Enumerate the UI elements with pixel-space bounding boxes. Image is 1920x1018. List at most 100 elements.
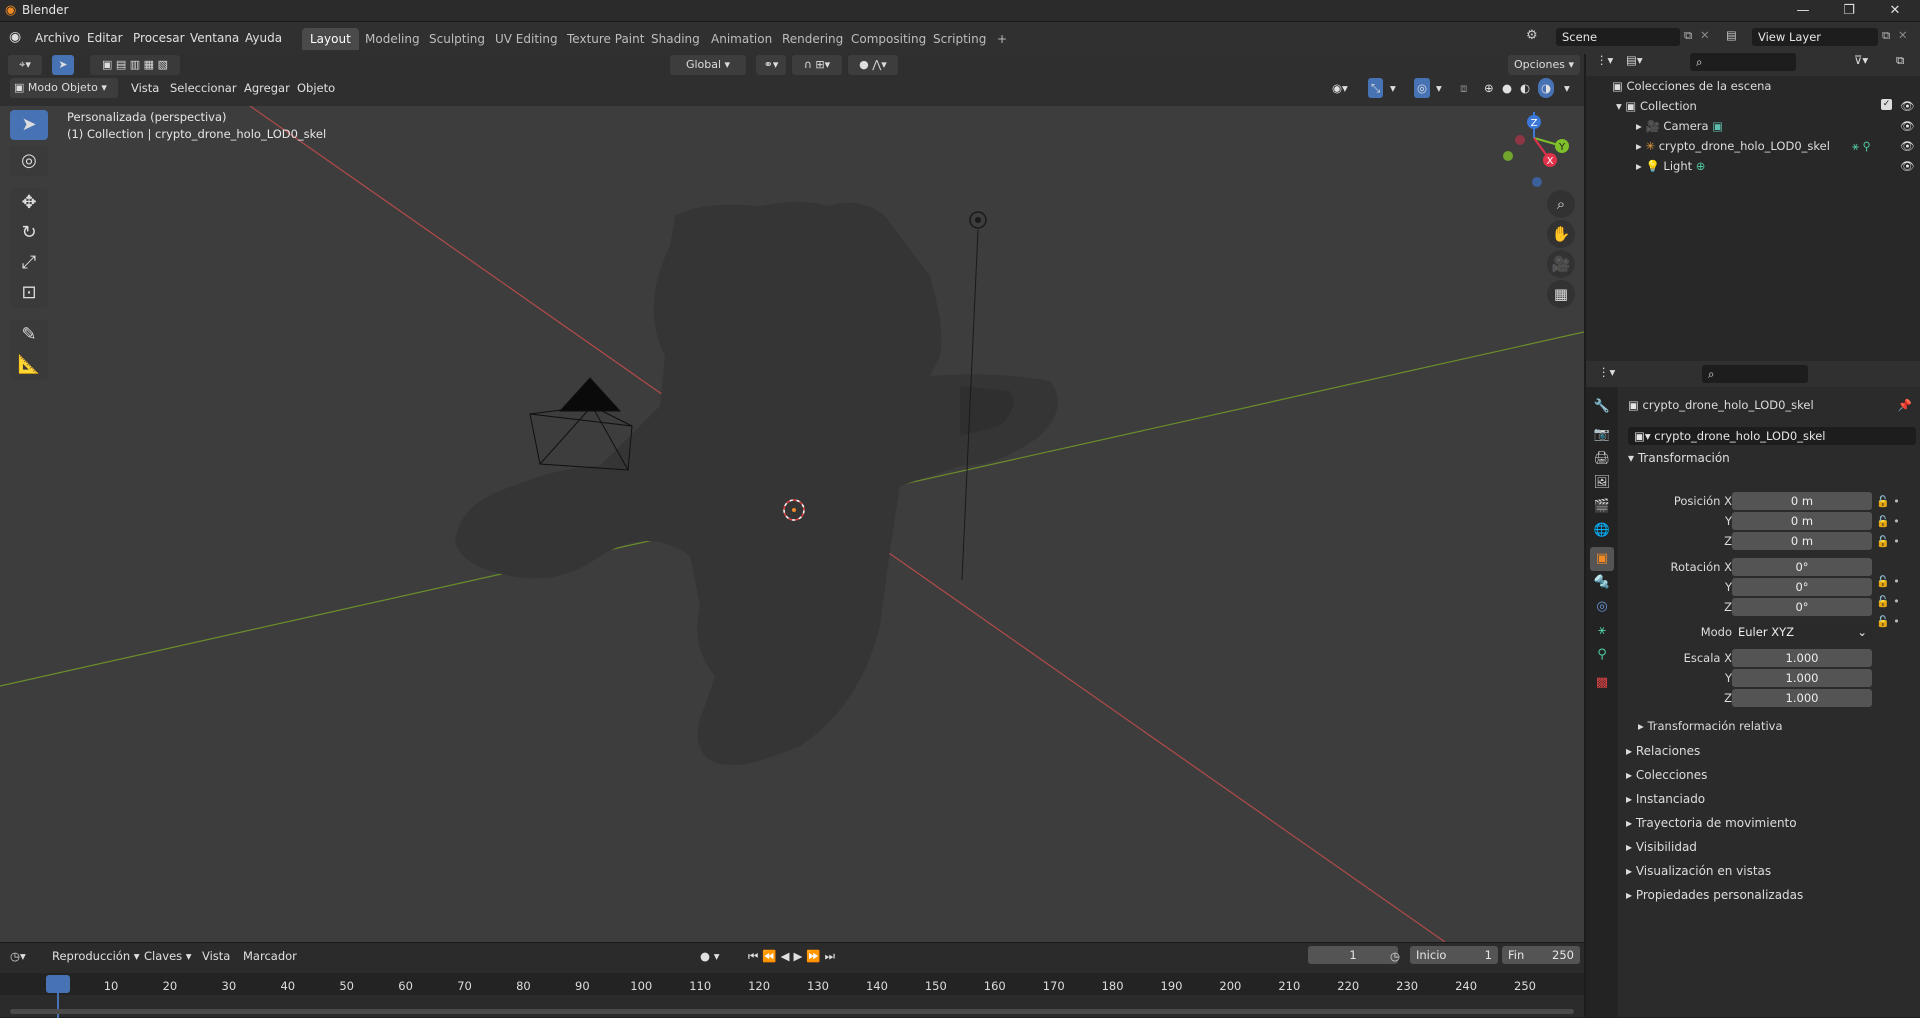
tab-animation[interactable]: Animation: [703, 28, 780, 50]
tab-rendering[interactable]: Rendering: [774, 28, 851, 50]
location-y-field[interactable]: 0 m: [1732, 512, 1872, 530]
menu-ventana[interactable]: Ventana: [183, 28, 246, 48]
tool-tab-icon[interactable]: 🔧: [1590, 395, 1614, 419]
tab-uv-editing[interactable]: UV Editing: [487, 28, 566, 50]
tab-texture-paint[interactable]: Texture Paint: [559, 28, 652, 50]
outliner-item-light[interactable]: ▸ 💡 Light ⊕: [1636, 156, 1705, 176]
annotate-tool[interactable]: ✎: [10, 320, 48, 350]
camera-view-icon[interactable]: 🎥: [1547, 250, 1575, 278]
menu-objeto[interactable]: Objeto: [297, 78, 335, 98]
collection-eye-icon[interactable]: 👁: [1900, 96, 1915, 116]
gizmo-toggle-icon[interactable]: ⤡: [1368, 78, 1384, 98]
tab-layout[interactable]: Layout: [302, 28, 359, 50]
shading-rendered-icon[interactable]: ◑: [1538, 78, 1555, 98]
menu-vista[interactable]: Vista: [131, 78, 159, 98]
tab-sculpting[interactable]: Sculpting: [421, 28, 493, 50]
clock-icon[interactable]: ◷: [1390, 946, 1400, 966]
playhead[interactable]: [46, 975, 70, 993]
delete-view-layer-icon[interactable]: ✕: [1898, 28, 1908, 42]
menu-marcador[interactable]: Marcador: [243, 946, 297, 966]
collection-checkbox[interactable]: ✓: [1881, 99, 1892, 110]
section-propiedades-personalizadas[interactable]: ▸ Propiedades personalizadas: [1626, 884, 1803, 906]
transform-tool[interactable]: ⊡: [10, 278, 48, 308]
rotate-tool[interactable]: ↻: [10, 218, 48, 248]
tab-compositing[interactable]: Compositing: [843, 28, 934, 50]
view-layer-tab-icon[interactable]: 🖼: [1590, 471, 1614, 495]
menu-vista-timeline[interactable]: Vista: [202, 946, 230, 966]
transform-orientation-dropdown[interactable]: Global ▾: [670, 55, 746, 75]
section-visibilidad[interactable]: ▸ Visibilidad: [1626, 836, 1697, 858]
collection-row[interactable]: ▾ ▣ Collection: [1616, 96, 1697, 116]
gizmo-dropdown-icon[interactable]: ▾: [1390, 78, 1396, 98]
new-collection-icon[interactable]: ⧉: [1896, 53, 1904, 68]
location-x-field[interactable]: 0 m: [1732, 492, 1872, 510]
pivot-icon[interactable]: ⚭▾: [756, 55, 786, 75]
menu-editar[interactable]: Editar: [80, 28, 130, 48]
section-instanciado[interactable]: ▸ Instanciado: [1626, 788, 1705, 810]
new-scene-icon[interactable]: ⧉: [1684, 28, 1692, 43]
data-tab-icon[interactable]: ⚲: [1590, 643, 1614, 667]
outliner-item-camera[interactable]: ▸ 🎥 Camera ▣: [1636, 116, 1723, 136]
constraints-tab-icon[interactable]: ⚹: [1590, 619, 1614, 643]
shading-wireframe-icon[interactable]: ⊕: [1484, 78, 1494, 98]
menu-agregar[interactable]: Agregar: [244, 78, 290, 98]
move-tool[interactable]: ✥: [10, 188, 48, 218]
filter-icon[interactable]: ⊽▾: [1854, 53, 1868, 67]
new-view-layer-icon[interactable]: ⧉: [1882, 28, 1890, 43]
perspective-grid-icon[interactable]: ▦: [1547, 280, 1575, 308]
start-frame-field[interactable]: Inicio 1: [1410, 946, 1498, 964]
editor-type-icon[interactable]: ⌖▾: [8, 55, 42, 75]
physics-tab-icon[interactable]: ◎: [1590, 595, 1614, 619]
rotation-y-field[interactable]: 0°: [1732, 578, 1872, 596]
scene-tab-icon[interactable]: 🎬: [1590, 495, 1614, 519]
scene-field[interactable]: Scene: [1556, 28, 1680, 46]
output-tab-icon[interactable]: 🖨: [1590, 447, 1614, 471]
visibility-icon[interactable]: ◉▾: [1332, 78, 1348, 98]
record-icon[interactable]: ● ▾: [700, 946, 719, 966]
measure-tool[interactable]: 📐: [10, 350, 48, 380]
scale-z-field[interactable]: 1.000: [1732, 689, 1872, 707]
scene-collection-row[interactable]: ▣ Colecciones de la escena: [1612, 76, 1771, 96]
scale-y-field[interactable]: 1.000: [1732, 669, 1872, 687]
render-tab-icon[interactable]: 📷: [1590, 423, 1614, 447]
maximize-button[interactable]: ❐: [1826, 0, 1872, 22]
view-layer-field[interactable]: View Layer: [1752, 28, 1878, 46]
scale-tool[interactable]: ⤢: [10, 248, 48, 278]
section-colecciones[interactable]: ▸ Colecciones: [1626, 764, 1707, 786]
view-layer-icon[interactable]: ▤: [1726, 28, 1737, 42]
delete-scene-icon[interactable]: ✕: [1700, 28, 1710, 42]
minimize-button[interactable]: —: [1780, 0, 1826, 22]
overlays-icon[interactable]: ◎: [1414, 78, 1431, 98]
tab-shading[interactable]: Shading: [643, 28, 708, 50]
object-name-field[interactable]: ▣▾ crypto_drone_holo_LOD0_skel: [1628, 427, 1916, 445]
scene-icon[interactable]: ⚙: [1526, 28, 1538, 43]
transform-section-header[interactable]: ▾ Transformación: [1628, 447, 1730, 469]
section-relaciones[interactable]: ▸ Relaciones: [1626, 740, 1700, 762]
lock-icons[interactable]: 🔓 • 🔓 • 🔓 • 🔓 • 🔓 • 🔓 •: [1876, 492, 1900, 632]
menu-reproduccion[interactable]: Reproducción ▾: [52, 946, 140, 966]
menu-archivo[interactable]: Archivo: [28, 28, 87, 48]
select-tool-icon[interactable]: ➤: [52, 55, 74, 75]
delta-transform-section[interactable]: ▸ Transformación relativa: [1638, 715, 1783, 737]
end-frame-field[interactable]: Fin 250: [1502, 946, 1580, 964]
light-eye-icon[interactable]: 👁: [1900, 156, 1915, 176]
modifiers-tab-icon[interactable]: 🔩: [1590, 571, 1614, 595]
rotation-mode-dropdown[interactable]: Euler XYZ ⌄: [1732, 623, 1872, 641]
world-tab-icon[interactable]: 🌐: [1590, 519, 1614, 543]
shading-dropdown-icon[interactable]: ▾: [1564, 78, 1570, 98]
properties-search-input[interactable]: ⌕: [1702, 365, 1808, 383]
properties-editor-icon[interactable]: ⋮▾: [1598, 365, 1615, 379]
menu-claves[interactable]: Claves ▾: [144, 946, 192, 966]
drone-eye-icon[interactable]: 👁: [1900, 136, 1915, 156]
select-box-tool[interactable]: ➤: [10, 110, 48, 140]
shading-material-icon[interactable]: ◐: [1520, 78, 1530, 98]
rotation-x-field[interactable]: 0°: [1732, 558, 1872, 576]
rotation-z-field[interactable]: 0°: [1732, 598, 1872, 616]
camera-eye-icon[interactable]: 👁: [1900, 116, 1915, 136]
object-tab-icon[interactable]: ▣: [1590, 547, 1614, 571]
outliner-editor-icon[interactable]: ⋮▾: [1596, 53, 1613, 67]
outliner-item-drone[interactable]: ▸ ✳ crypto_drone_holo_LOD0_skel: [1636, 136, 1830, 156]
current-frame-field[interactable]: 1: [1308, 946, 1398, 964]
xray-icon[interactable]: ⧈: [1460, 78, 1467, 98]
section-trayectoria[interactable]: ▸ Trayectoria de movimiento: [1626, 812, 1797, 834]
